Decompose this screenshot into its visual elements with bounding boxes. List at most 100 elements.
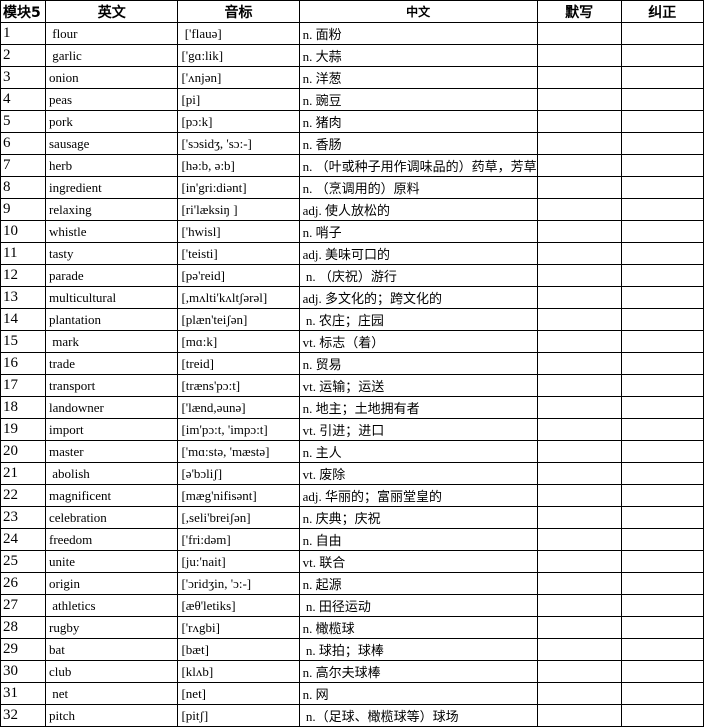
correction-cell[interactable] (620, 572, 704, 595)
chinese-cell[interactable]: vt. 运输；运送 (298, 374, 538, 397)
header-english[interactable]: 英文 (44, 0, 179, 23)
dictation-cell[interactable] (536, 396, 622, 419)
header-module[interactable]: 模块5 (0, 0, 46, 23)
row-number[interactable]: 24 (0, 528, 46, 551)
chinese-cell[interactable]: vt. 引进；进口 (298, 418, 538, 441)
dictation-cell[interactable] (536, 418, 622, 441)
english-cell[interactable]: master (44, 440, 179, 463)
dictation-cell[interactable] (536, 462, 622, 485)
english-cell[interactable]: tasty (44, 242, 179, 265)
correction-cell[interactable] (620, 154, 704, 177)
chinese-cell[interactable]: adj. 华丽的；富丽堂皇的 (298, 484, 538, 507)
correction-cell[interactable] (620, 418, 704, 441)
english-cell[interactable]: transport (44, 374, 179, 397)
correction-cell[interactable] (620, 88, 704, 111)
row-number[interactable]: 13 (0, 286, 46, 309)
chinese-cell[interactable]: n. 大蒜 (298, 44, 538, 67)
row-number[interactable]: 26 (0, 572, 46, 595)
dictation-cell[interactable] (536, 638, 622, 661)
english-cell[interactable]: garlic (44, 44, 179, 67)
chinese-cell[interactable]: n. 网 (298, 682, 538, 705)
dictation-cell[interactable] (536, 176, 622, 199)
row-number[interactable]: 15 (0, 330, 46, 353)
dictation-cell[interactable] (536, 682, 622, 705)
phonetic-cell[interactable]: ['fri:dəm] (177, 528, 300, 551)
dictation-cell[interactable] (536, 330, 622, 353)
english-cell[interactable]: unite (44, 550, 179, 573)
chinese-cell[interactable]: n. 橄榄球 (298, 616, 538, 639)
row-number[interactable]: 21 (0, 462, 46, 485)
row-number[interactable]: 25 (0, 550, 46, 573)
english-cell[interactable]: net (44, 682, 179, 705)
phonetic-cell[interactable]: [ju:'nait] (177, 550, 300, 573)
chinese-cell[interactable]: n.（足球、橄榄球等）球场 (298, 704, 538, 727)
correction-cell[interactable] (620, 22, 704, 45)
dictation-cell[interactable] (536, 132, 622, 155)
english-cell[interactable]: bat (44, 638, 179, 661)
row-number[interactable]: 20 (0, 440, 46, 463)
row-number[interactable]: 23 (0, 506, 46, 529)
phonetic-cell[interactable]: ['mɑ:stə, 'mæstə] (177, 440, 300, 463)
header-phonetic[interactable]: 音标 (177, 0, 300, 23)
correction-cell[interactable] (620, 308, 704, 331)
header-correction[interactable]: 纠正 (620, 0, 704, 23)
correction-cell[interactable] (620, 616, 704, 639)
row-number[interactable]: 28 (0, 616, 46, 639)
row-number[interactable]: 29 (0, 638, 46, 661)
row-number[interactable]: 1 (0, 22, 46, 45)
chinese-cell[interactable]: n. （庆祝）游行 (298, 264, 538, 287)
english-cell[interactable]: freedom (44, 528, 179, 551)
dictation-cell[interactable] (537, 154, 622, 177)
row-number[interactable]: 2 (0, 44, 46, 67)
phonetic-cell[interactable]: [pɔ:k] (177, 110, 300, 133)
english-cell[interactable]: club (44, 660, 179, 683)
phonetic-cell[interactable]: [net] (177, 682, 300, 705)
dictation-cell[interactable] (536, 484, 622, 507)
correction-cell[interactable] (620, 506, 704, 529)
dictation-cell[interactable] (536, 660, 622, 683)
correction-cell[interactable] (620, 484, 704, 507)
chinese-cell[interactable]: n. 主人 (298, 440, 538, 463)
dictation-cell[interactable] (536, 374, 622, 397)
correction-cell[interactable] (620, 44, 704, 67)
phonetic-cell[interactable]: ['rʌgbi] (177, 616, 300, 639)
dictation-cell[interactable] (536, 440, 622, 463)
phonetic-cell[interactable]: [plæn'teiʃən] (177, 308, 300, 331)
row-number[interactable]: 30 (0, 660, 46, 683)
english-cell[interactable]: trade (44, 352, 179, 375)
header-dictation[interactable]: 默写 (536, 0, 622, 23)
english-cell[interactable]: whistle (44, 220, 179, 243)
row-number[interactable]: 12 (0, 264, 46, 287)
phonetic-cell[interactable]: [in'gri:diənt] (177, 176, 300, 199)
correction-cell[interactable] (620, 132, 704, 155)
phonetic-cell[interactable]: ['hwisl] (177, 220, 300, 243)
phonetic-cell[interactable]: [æθ'letiks] (177, 594, 300, 617)
correction-cell[interactable] (620, 264, 704, 287)
english-cell[interactable]: relaxing (44, 198, 179, 221)
chinese-cell[interactable]: n. 起源 (298, 572, 538, 595)
dictation-cell[interactable] (536, 550, 622, 573)
header-chinese[interactable]: 中文 (298, 0, 538, 23)
phonetic-cell[interactable]: [klʌb] (177, 660, 300, 683)
phonetic-cell[interactable]: [hə:b, ə:b] (177, 154, 300, 177)
phonetic-cell[interactable]: ['sɔsidʒ, 'sɔ:-] (177, 132, 300, 155)
chinese-cell[interactable]: n. （烹调用的）原料 (298, 176, 538, 199)
chinese-cell[interactable]: n. 田径运动 (298, 594, 538, 617)
correction-cell[interactable] (620, 220, 704, 243)
dictation-cell[interactable] (536, 66, 622, 89)
english-cell[interactable]: flour (44, 22, 179, 45)
chinese-cell[interactable]: n. 自由 (298, 528, 538, 551)
correction-cell[interactable] (620, 704, 704, 727)
english-cell[interactable]: abolish (44, 462, 179, 485)
row-number[interactable]: 22 (0, 484, 46, 507)
dictation-cell[interactable] (536, 616, 622, 639)
dictation-cell[interactable] (536, 506, 622, 529)
dictation-cell[interactable] (536, 22, 622, 45)
english-cell[interactable]: multicultural (44, 286, 179, 309)
row-number[interactable]: 19 (0, 418, 46, 441)
row-number[interactable]: 10 (0, 220, 46, 243)
chinese-cell[interactable]: n. 地主；土地拥有者 (298, 396, 538, 419)
row-number[interactable]: 7 (0, 154, 46, 177)
phonetic-cell[interactable]: ['lænd,əunə] (177, 396, 300, 419)
chinese-cell[interactable]: n. 洋葱 (298, 66, 538, 89)
